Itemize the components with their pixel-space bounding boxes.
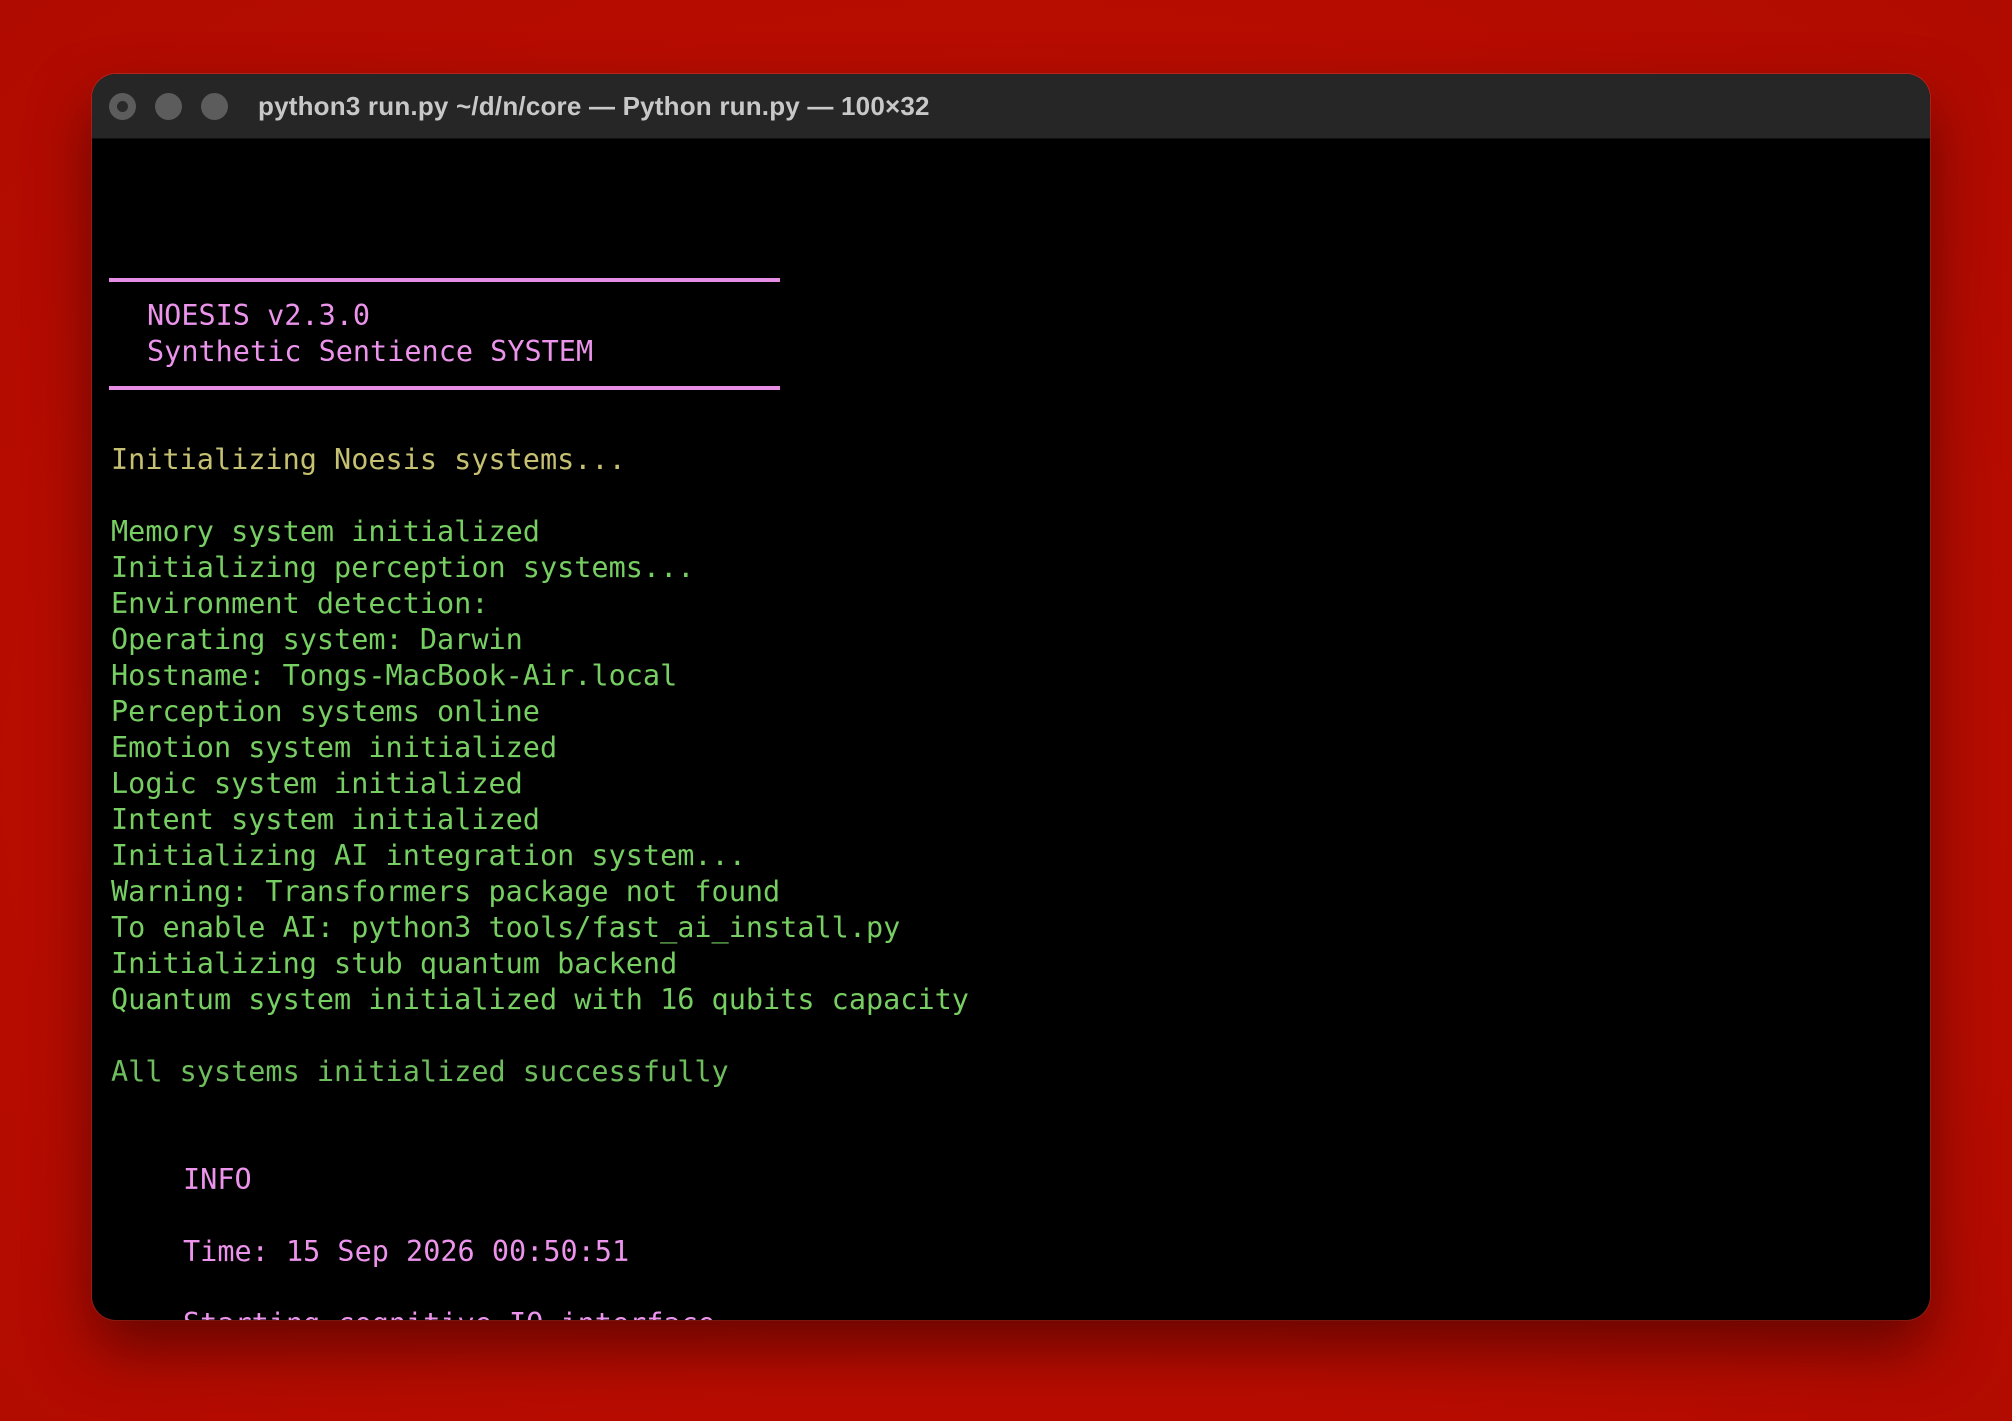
log-line: Hostname: Tongs-MacBook-Air.local bbox=[111, 659, 678, 692]
success-message: All systems initialized successfully bbox=[111, 1055, 729, 1088]
title-bar[interactable]: python3 run.py ~/d/n/core — Python run.p… bbox=[92, 74, 1930, 139]
info-starting: Starting cognitive IO interface... bbox=[183, 1306, 766, 1320]
minimize-button[interactable] bbox=[155, 93, 182, 120]
log-line-warning: Warning: Transformers package not found bbox=[111, 875, 781, 908]
log-line: Environment detection: bbox=[111, 587, 489, 620]
init-message: Initializing Noesis systems... bbox=[111, 443, 626, 476]
log-line: Initializing AI integration system... bbox=[111, 839, 746, 872]
banner-subtitle: Synthetic Sentience SYSTEM bbox=[147, 335, 594, 368]
window-title: python3 run.py ~/d/n/core — Python run.p… bbox=[258, 91, 930, 121]
log-line: Initializing stub quantum backend bbox=[111, 947, 678, 980]
close-button[interactable] bbox=[109, 93, 136, 120]
log-line: Perception systems online bbox=[111, 695, 540, 728]
terminal-output[interactable]: NOESIS v2.3.0 Synthetic Sentience SYSTEM… bbox=[92, 139, 1930, 1320]
log-line: Initializing perception systems... bbox=[111, 551, 695, 584]
banner-bottom-rule bbox=[109, 386, 780, 390]
terminal-window: python3 run.py ~/d/n/core — Python run.p… bbox=[92, 74, 1930, 1320]
log-line: Memory system initialized bbox=[111, 515, 540, 548]
info-label: INFO bbox=[183, 1163, 252, 1196]
log-line: Logic system initialized bbox=[111, 767, 523, 800]
log-line: Intent system initialized bbox=[111, 803, 540, 836]
banner-title: NOESIS v2.3.0 bbox=[147, 299, 371, 332]
zoom-button[interactable] bbox=[201, 93, 228, 120]
log-line: Operating system: Darwin bbox=[111, 623, 523, 656]
log-line: Quantum system initialized with 16 qubit… bbox=[111, 983, 969, 1016]
info-time: Time: 15 Sep 2026 00:50:51 bbox=[183, 1235, 630, 1268]
banner-top-rule bbox=[109, 278, 780, 282]
log-line: Emotion system initialized bbox=[111, 731, 558, 764]
log-line: To enable AI: python3 tools/fast_ai_inst… bbox=[111, 911, 901, 944]
